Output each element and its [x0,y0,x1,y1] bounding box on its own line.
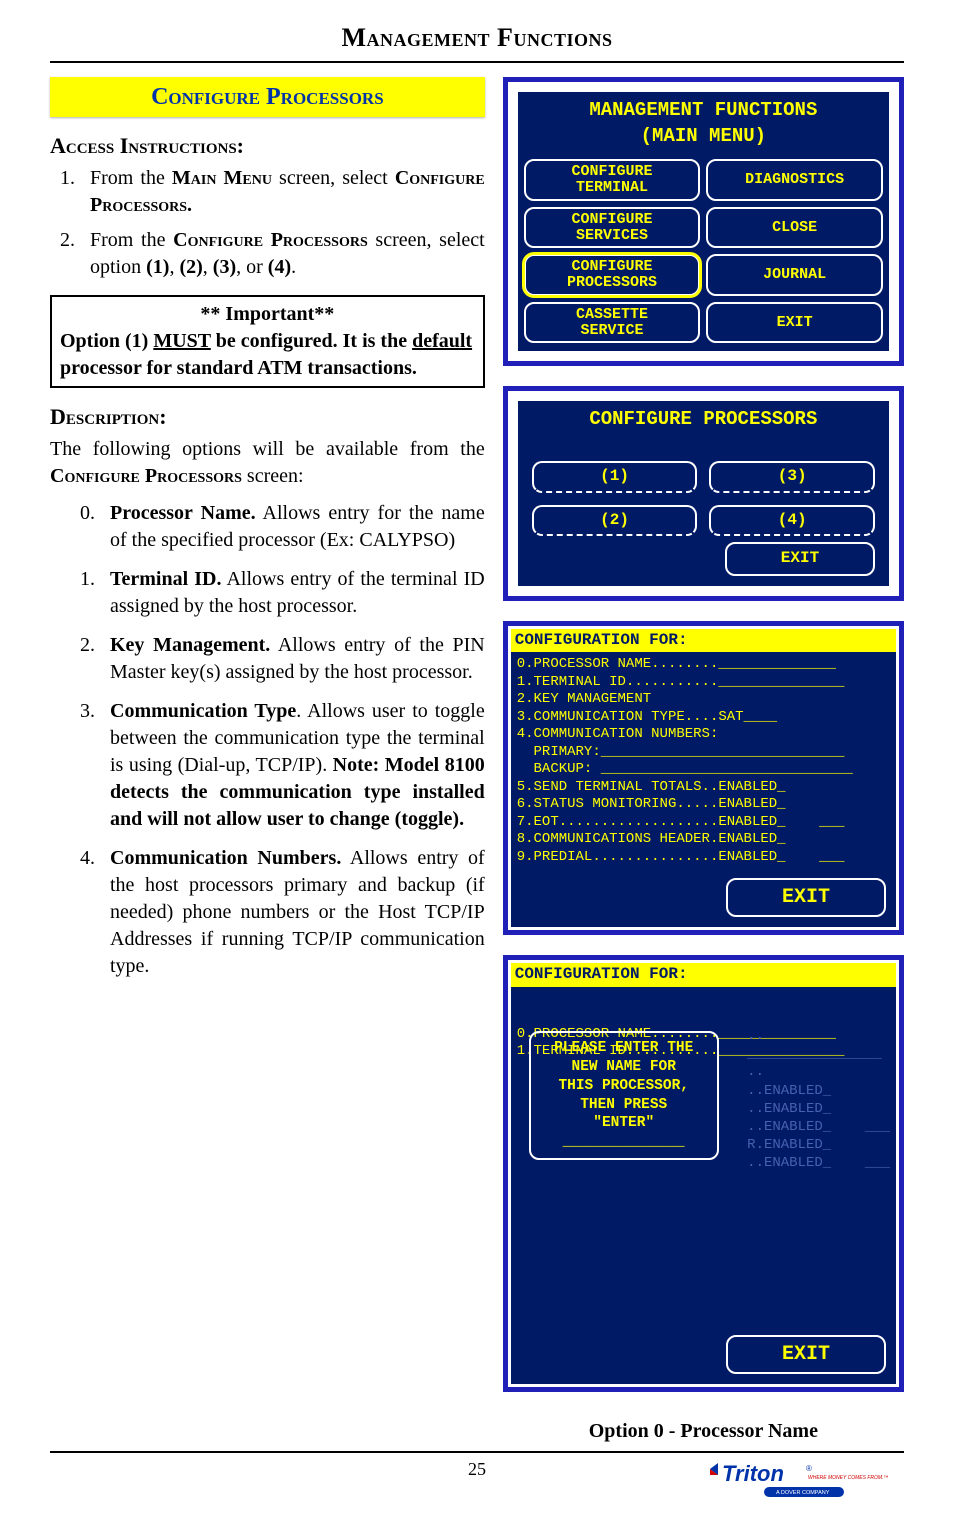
triton-logo: Triton WHERE MONEY COMES FROM.™ A DOVER … [704,1461,904,1505]
configure-terminal-button[interactable]: CONFIGURE TERMINAL [524,159,701,201]
cp-exit-button[interactable]: EXIT [725,542,875,576]
page-title: Management Functions [50,20,904,63]
option-1: Terminal ID. Allows entry of the termina… [80,566,485,620]
option-4: Communication Numbers. Allows entry of t… [80,845,485,980]
section-title: Configure Processors [50,77,485,117]
access-step-1: From the Main Menu screen, select Config… [80,165,485,219]
configure-processors-button[interactable]: CONFIGURE PROCESSORS [524,254,701,296]
config-for-panel-2: CONFIGURATION FOR: 0.PROCESSOR NAME.....… [503,955,904,1392]
atm-configure-processors-panel: CONFIGURE PROCESSORS (1) (3) (2) (4) EXI… [503,386,904,600]
config2-bg-text: .. ________________ .. ..ENABLED_ ..ENAB… [747,1027,890,1173]
option-2: Key Management. Allows entry of the PIN … [80,632,485,686]
processor-name-dialog: PLEASE ENTER THE NEW NAME FOR THIS PROCE… [529,1031,719,1160]
config2-exit-button[interactable]: EXIT [726,1335,886,1374]
processor-4-button[interactable]: (4) [709,505,875,537]
option-3: Communication Type. Allows user to toggl… [80,698,485,833]
right-column: MANAGEMENT FUNCTIONS (MAIN MENU) CONFIGU… [503,77,904,1445]
important-note: ** Important** Option (1) MUST be config… [50,295,485,388]
description-intro: The following options will be available … [50,436,485,490]
cassette-service-button[interactable]: CASSETTE SERVICE [524,302,701,344]
footer: 25 Triton WHERE MONEY COMES FROM.™ A DOV… [50,1451,904,1511]
processor-1-button[interactable]: (1) [532,461,698,493]
access-heading: Access Instructions: [50,131,485,161]
close-button[interactable]: CLOSE [706,207,883,249]
important-title: ** Important** [60,301,475,328]
config-for-label-1: CONFIGURATION FOR: [511,629,896,653]
svg-text:Triton: Triton [722,1461,784,1486]
svg-text:WHERE MONEY COMES FROM.™: WHERE MONEY COMES FROM.™ [808,1475,888,1481]
svg-text:A DOVER COMPANY: A DOVER COMPANY [776,1490,830,1496]
description-heading: Description: [50,402,485,432]
atm-main-menu-panel: MANAGEMENT FUNCTIONS (MAIN MENU) CONFIGU… [503,77,904,366]
svg-text:®: ® [806,1464,812,1473]
access-step-2: From the Configure Processors screen, se… [80,227,485,281]
atm-cp-title: CONFIGURE PROCESSORS [518,401,889,439]
exit-button[interactable]: EXIT [706,302,883,344]
config-for-body-1: 0.PROCESSOR NAME........______________ 1… [511,652,896,872]
config-for-label-2: CONFIGURATION FOR: [511,963,896,987]
config-for-panel-1: CONFIGURATION FOR: 0.PROCESSOR NAME.....… [503,621,904,936]
configure-services-button[interactable]: CONFIGURE SERVICES [524,207,701,249]
config1-exit-button[interactable]: EXIT [726,878,886,917]
processor-3-button[interactable]: (3) [709,461,875,493]
journal-button[interactable]: JOURNAL [706,254,883,296]
atm-main-title: MANAGEMENT FUNCTIONS (MAIN MENU) [518,92,889,155]
option-0: Processor Name. Allows entry for the nam… [80,500,485,554]
caption-option-0: Option 0 - Processor Name [503,1418,904,1445]
config-for-body-2: 0.PROCESSOR NAME........______________ 1… [511,987,896,1330]
processor-2-button[interactable]: (2) [532,505,698,537]
left-column: Configure Processors Access Instructions… [50,77,485,1445]
diagnostics-button[interactable]: DIAGNOSTICS [706,159,883,201]
